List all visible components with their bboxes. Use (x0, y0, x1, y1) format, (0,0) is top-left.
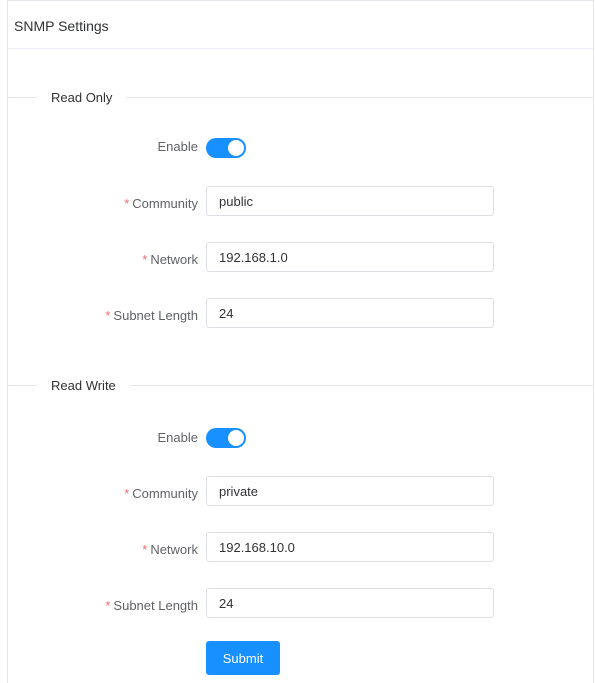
required-mark: * (142, 542, 148, 557)
required-mark: * (142, 252, 148, 267)
read-write-enable-label: Enable (157, 430, 198, 445)
read-only-network-input[interactable] (206, 242, 494, 272)
required-mark: * (105, 598, 111, 613)
read-only-community-label: * Community (124, 196, 198, 211)
read-only-network-label: * Network (142, 252, 198, 267)
card-header: SNMP Settings (8, 1, 593, 49)
read-only-community-input[interactable] (206, 186, 494, 216)
required-mark: * (105, 308, 111, 323)
read-only-section-title: Read Only (37, 90, 127, 105)
read-write-community-input[interactable] (206, 476, 494, 506)
read-write-section-title: Read Write (37, 378, 130, 393)
read-write-subnet-length-input[interactable] (206, 588, 494, 618)
read-only-enable-switch[interactable] (206, 138, 246, 158)
read-only-enable-label: Enable (157, 139, 198, 154)
switch-knob (228, 140, 244, 156)
read-only-subnet-length-input[interactable] (206, 298, 494, 328)
read-write-enable-switch[interactable] (206, 428, 246, 448)
snmp-settings-card: SNMP Settings Read Only Enable * Communit… (7, 0, 594, 683)
read-write-network-label: * Network (142, 542, 198, 557)
read-write-subnet-length-label: * Subnet Length (105, 598, 198, 613)
read-write-network-input[interactable] (206, 532, 494, 562)
required-mark: * (124, 486, 130, 501)
read-only-subnet-length-label: * Subnet Length (105, 308, 198, 323)
read-write-community-label: * Community (124, 486, 198, 501)
switch-knob (228, 430, 244, 446)
submit-button[interactable]: Submit (206, 641, 280, 675)
card-title: SNMP Settings (14, 18, 109, 34)
required-mark: * (124, 196, 130, 211)
